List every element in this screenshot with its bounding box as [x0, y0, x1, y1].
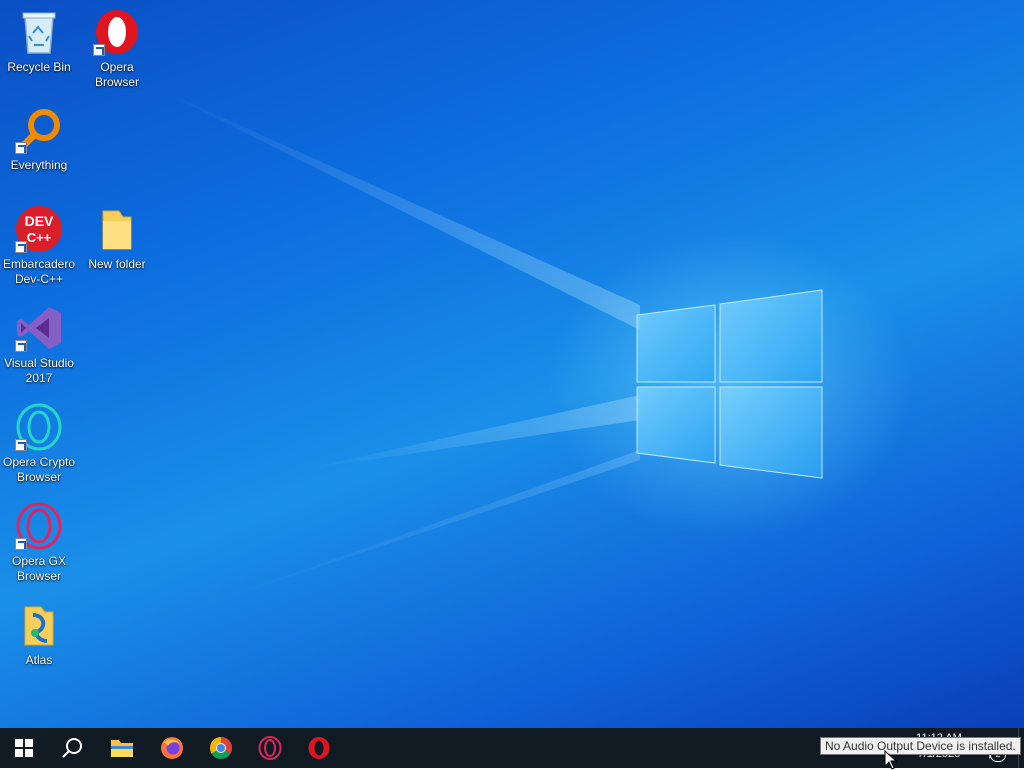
shortcut-arrow-icon [15, 142, 27, 154]
shortcut-arrow-icon [15, 439, 27, 451]
svg-text:C++: C++ [27, 230, 52, 245]
everything-search-icon [15, 106, 63, 154]
shortcut-arrow-icon [93, 44, 105, 56]
firefox-icon [161, 737, 183, 759]
desktop-icon-opera-crypto[interactable]: Opera Crypto Browser [0, 403, 78, 485]
desktop-icon-new-folder[interactable]: New folder [78, 205, 156, 272]
taskbar-opera-gx[interactable] [246, 728, 294, 768]
desktop-icon-visual-studio[interactable]: Visual Studio 2017 [0, 304, 78, 386]
desktop-icon-everything[interactable]: Everything [0, 106, 78, 173]
start-button[interactable] [0, 728, 48, 768]
shortcut-arrow-icon [15, 340, 27, 352]
chrome-icon [210, 737, 232, 759]
devcpp-icon: DEV C++ [15, 205, 63, 253]
opera-crypto-icon [15, 403, 63, 451]
windows-logo-icon [15, 739, 33, 757]
desktop-icon-opera-browser[interactable]: Opera Browser [78, 8, 156, 90]
taskbar-firefox[interactable] [148, 728, 196, 768]
opera-gx-icon [15, 502, 63, 550]
folder-icon [93, 205, 141, 253]
desktop-icon-label: Opera GX Browser [11, 554, 67, 583]
search-button[interactable] [48, 728, 96, 768]
wallpaper-light-beams [150, 85, 640, 600]
desktop-icon-label: Recycle Bin [7, 60, 71, 74]
desktop-icon-label: Embarcadero Dev-C++ [2, 257, 76, 286]
desktop-icon-recycle-bin[interactable]: Recycle Bin [0, 8, 78, 75]
wallpaper-windows-logo [636, 289, 823, 479]
atlas-icon [15, 601, 63, 649]
shortcut-arrow-icon [15, 538, 27, 550]
folder-icon [111, 740, 133, 757]
desktop-icon-opera-gx[interactable]: Opera GX Browser [0, 502, 78, 584]
taskbar-chrome[interactable] [197, 728, 245, 768]
desktop-icon-label: Visual Studio 2017 [4, 356, 74, 385]
taskbar-opera[interactable] [295, 728, 343, 768]
desktop[interactable]: Recycle Bin Opera Browser Everything DEV [0, 0, 1024, 728]
desktop-icon-label: New folder [88, 257, 146, 271]
search-icon [62, 738, 82, 758]
desktop-icon-label: Opera Browser [94, 60, 139, 89]
opera-icon [93, 8, 141, 56]
opera-gx-icon [258, 736, 282, 760]
recycle-bin-icon [15, 8, 63, 56]
shortcut-arrow-icon [15, 241, 27, 253]
audio-tooltip: No Audio Output Device is installed. [820, 737, 1021, 755]
svg-text:DEV: DEV [25, 213, 54, 229]
visual-studio-icon [15, 304, 63, 352]
desktop-icon-label: Opera Crypto Browser [2, 455, 76, 484]
mouse-cursor-icon [884, 750, 898, 770]
opera-icon [308, 737, 330, 759]
desktop-icon-label: Everything [10, 158, 68, 172]
taskbar-file-explorer[interactable] [98, 728, 146, 768]
desktop-icon-label: Atlas [25, 653, 53, 667]
desktop-icon-atlas[interactable]: Atlas [0, 601, 78, 668]
desktop-icon-devcpp[interactable]: DEV C++ Embarcadero Dev-C++ [0, 205, 78, 287]
